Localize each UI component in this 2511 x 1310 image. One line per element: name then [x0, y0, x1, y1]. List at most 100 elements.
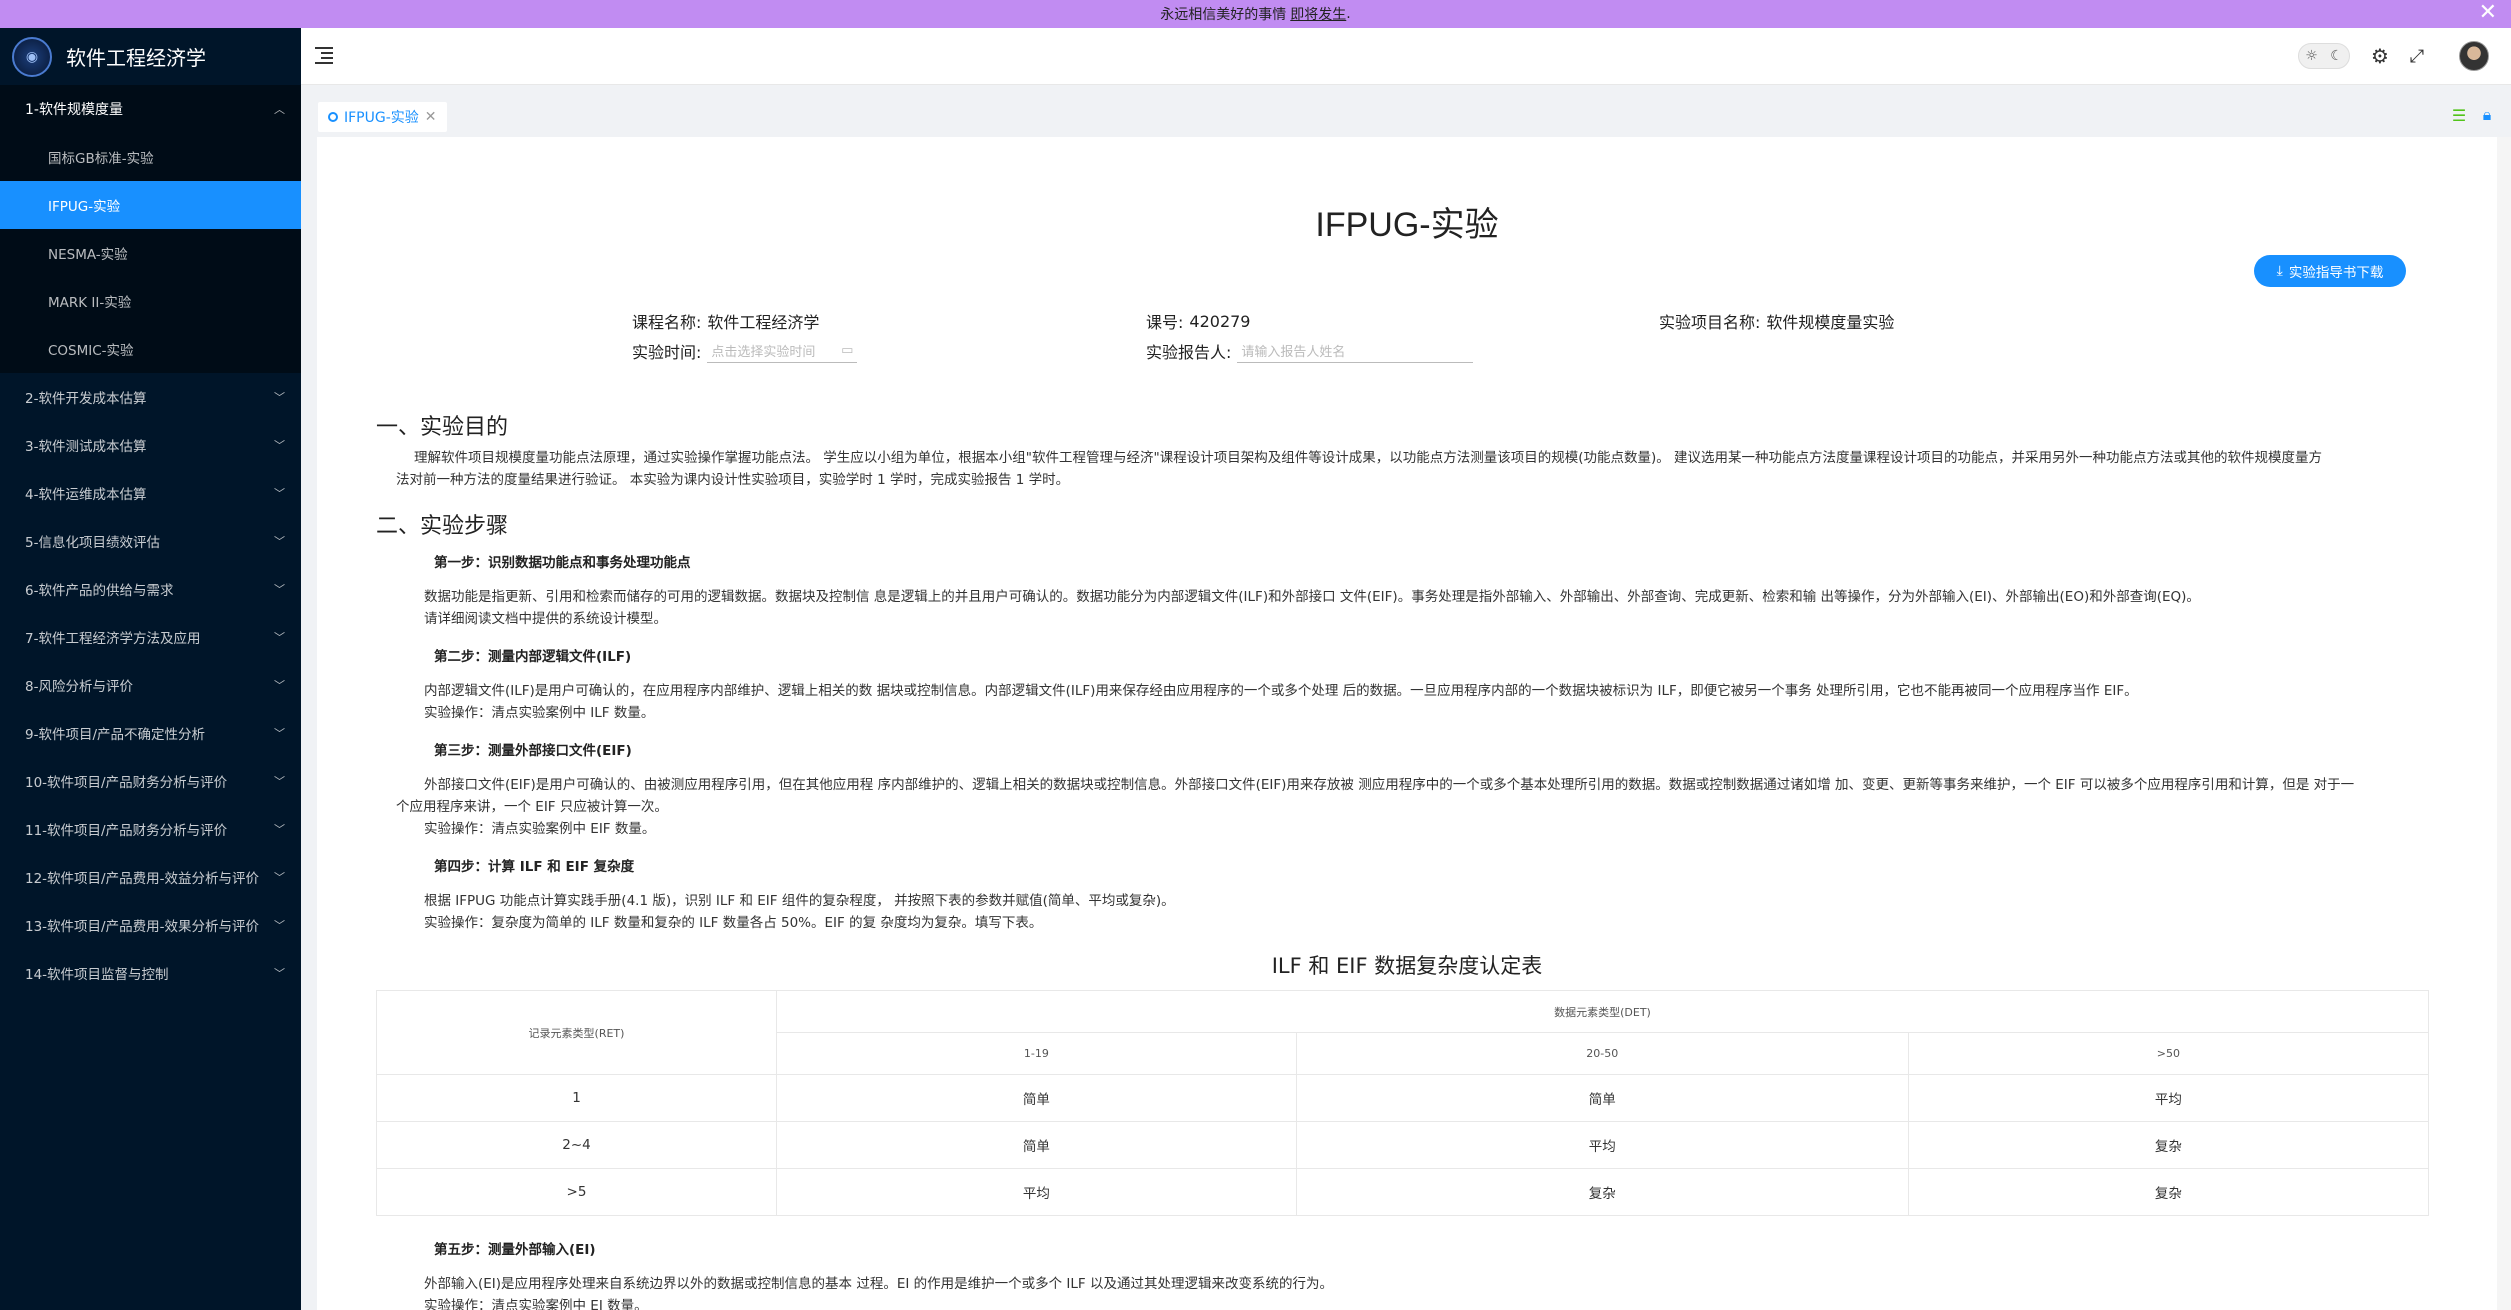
sidebar-menu-label: 4-软件运维成本估算: [25, 487, 147, 503]
moon-icon: ☾: [2330, 48, 2343, 64]
sidebar-subitem[interactable]: MARK II-实验: [0, 277, 301, 325]
experiment-time-field: 实验时间: 点击选择实验时间 ▭: [632, 339, 858, 363]
tab-label: IFPUG-实验: [344, 110, 419, 126]
chevron-down-icon: ﹀: [274, 391, 285, 404]
tabs-actions: ☰ 🔒︎: [2451, 105, 2495, 125]
tab-ifpug[interactable]: IFPUG-实验 ✕: [318, 102, 447, 132]
lock-icon[interactable]: 🔒︎: [2479, 105, 2495, 124]
banner-text: 永远相信美好的事情: [1160, 7, 1287, 23]
loading-icon: [328, 112, 338, 122]
table-cell: 平均: [1295, 1121, 1909, 1169]
step-5-text-1: 外部输入(EI)是应用程序处理来自系统边界以外的数据或控制信息的基本 过程。EI…: [424, 1276, 1333, 1292]
step-5-text-2: 实验操作：清点实验案例中 EI 数量。: [424, 1298, 648, 1310]
chevron-down-icon: ﹀: [274, 919, 285, 932]
ret-cell: >5: [376, 1168, 777, 1216]
step-4-title: 第四步：计算 ILF 和 EIF 复杂度: [434, 859, 635, 875]
complexity-table: 记录元素类型(RET) 数据元素类型(DET) 1-19 20-50 >50 1 简单…: [376, 990, 2430, 1216]
sidebar-menu-item[interactable]: 9-软件项目/产品不确定性分析 ﹀: [0, 709, 301, 757]
ret-cell: 2~4: [376, 1121, 777, 1169]
table-cell: 复杂: [1907, 1121, 2430, 1169]
chevron-down-icon: ﹀: [274, 535, 285, 548]
top-header: ☼ ☾ ⚙ ⤢: [301, 28, 2511, 85]
sidebar-menu-label: 2-软件开发成本估算: [25, 391, 147, 407]
download-guide-button[interactable]: ⤓ 实验指导书下载: [2254, 255, 2406, 287]
chevron-down-icon: ﹀: [274, 775, 285, 788]
sidebar-subitem[interactable]: COSMIC-实验: [0, 325, 301, 373]
sidebar-menu-label: 10-软件项目/产品财务分析与评价: [25, 775, 228, 791]
step-1-text-2: 请详细阅读文档中提供的系统设计模型。: [424, 611, 667, 627]
course-no-label: 课号:: [1146, 313, 1184, 332]
chevron-down-icon: ﹀: [274, 439, 285, 452]
tabs-bar: IFPUG-实验 ✕ ☰ 🔒︎: [301, 85, 2511, 137]
close-icon[interactable]: ✕: [2479, 2, 2497, 24]
download-icon: ⤓: [2276, 263, 2283, 279]
sidebar-menu-item[interactable]: 7-软件工程经济学方法及应用 ﹀: [0, 613, 301, 661]
step-3-text-2: 个应用程序来讲，一个 EIF 只应被计算一次。: [396, 799, 668, 815]
section-1-text-line-1: 理解软件项目规模度量功能点法原理，通过实验操作掌握功能点法。 学生应以小组为单位…: [414, 450, 2323, 466]
settings-icon[interactable]: ⚙: [2366, 42, 2394, 70]
table-title: ILF 和 EIF 数据复杂度认定表: [1271, 954, 1543, 978]
sidebar-subitem[interactable]: 国标GB标准-实验: [0, 133, 301, 181]
sidebar-menu-item[interactable]: 14-软件项目监督与控制 ﹀: [0, 949, 301, 997]
sidebar-menu-item[interactable]: 10-软件项目/产品财务分析与评价 ﹀: [0, 757, 301, 805]
chevron-down-icon: ﹀: [274, 679, 285, 692]
reporter-field: 实验报告人: 请输入报告人姓名: [1146, 339, 1474, 363]
menu-fold-icon[interactable]: [315, 46, 337, 66]
sidebar-menu-label: 9-软件项目/产品不确定性分析: [25, 727, 206, 743]
chevron-down-icon: ﹀: [274, 583, 285, 596]
table-cell: 平均: [776, 1168, 1297, 1216]
chevron-down-icon: ﹀: [274, 871, 285, 884]
table-row: >5 平均 复杂 复杂: [376, 1168, 2430, 1216]
sidebar-menu-label: 12-软件项目/产品费用-效益分析与评价: [25, 871, 259, 887]
sidebar-menu-label: 1-软件规模度量: [25, 102, 123, 118]
sidebar-subitem[interactable]: IFPUG-实验: [0, 181, 301, 229]
experiment-time-picker[interactable]: 点击选择实验时间 ▭: [707, 339, 858, 363]
tab-close-icon[interactable]: ✕: [425, 109, 437, 125]
sidebar-menu-label: 13-软件项目/产品费用-效果分析与评价: [25, 919, 259, 935]
course-no-value: 420279: [1189, 311, 1251, 331]
sidebar-menu-item[interactable]: 8-风险分析与评价 ﹀: [0, 661, 301, 709]
sidebar-menu-item[interactable]: 12-软件项目/产品费用-效益分析与评价 ﹀: [0, 853, 301, 901]
chevron-down-icon: ﹀: [274, 631, 285, 644]
sun-icon: ☼: [2305, 48, 2318, 64]
main-content: IFPUG-实验 ⤓ 实验指导书下载 课程名称: 软件工程经济学 课号: 420…: [317, 137, 2497, 1310]
project-name-value: 软件规模度量实验: [1766, 313, 1895, 332]
course-no-field: 课号: 420279: [1146, 309, 1250, 333]
step-3-text-3: 实验操作：清点实验案例中 EIF 数量。: [424, 821, 656, 837]
step-3-title: 第三步：测量外部接口文件(EIF): [434, 743, 632, 759]
sidebar-menu-item[interactable]: 13-软件项目/产品费用-效果分析与评价 ﹀: [0, 901, 301, 949]
det-column-header: >50: [1907, 1032, 2430, 1075]
announcement-banner: 永远相信美好的事情 即将发生 . ✕: [0, 0, 2511, 28]
course-name-value: 软件工程经济学: [707, 313, 820, 332]
sidebar-menu-item[interactable]: 4-软件运维成本估算 ﹀: [0, 469, 301, 517]
sidebar-menu-label: 3-软件测试成本估算: [25, 439, 147, 455]
sidebar-menu-item[interactable]: 5-信息化项目绩效评估 ﹀: [0, 517, 301, 565]
det-column-header: 20-50: [1295, 1032, 1909, 1075]
scrollbar[interactable]: [2497, 137, 2511, 1310]
step-2-text-1: 内部逻辑文件(ILF)是用户可确认的，在应用程序内部维护、逻辑上相关的数 据块或…: [424, 683, 2138, 699]
experiment-time-placeholder: 点击选择实验时间: [711, 345, 816, 360]
ret-cell: 1: [376, 1074, 777, 1122]
sidebar-menu-item[interactable]: 3-软件测试成本估算 ﹀: [0, 421, 301, 469]
sidebar-menu-1[interactable]: 1-软件规模度量 ︿: [0, 85, 301, 133]
submenu: 国标GB标准-实验 IFPUG-实验 NESMA-实验 MARK II-实验 COSMI…: [0, 133, 301, 373]
table-row: 1 简单 简单 平均: [376, 1074, 2430, 1122]
sidebar-menu-item[interactable]: 2-软件开发成本估算 ﹀: [0, 373, 301, 421]
banner-link[interactable]: 即将发生: [1290, 4, 1346, 24]
list-icon[interactable]: ☰: [2451, 106, 2467, 125]
chevron-down-icon: ﹀: [274, 727, 285, 740]
ret-header: 记录元素类型(RET): [376, 990, 777, 1075]
sidebar-subitem[interactable]: NESMA-实验: [0, 229, 301, 277]
experiment-time-label: 实验时间:: [632, 343, 702, 362]
banner-suffix: .: [1346, 6, 1351, 22]
table-cell: 复杂: [1295, 1168, 1909, 1216]
project-name-field: 实验项目名称: 软件规模度量实验: [1659, 309, 1894, 333]
theme-toggle[interactable]: ☼ ☾: [2298, 43, 2350, 69]
sidebar-logo[interactable]: ◉ 软件工程经济学: [0, 28, 301, 85]
sidebar-menu-item[interactable]: 11-软件项目/产品财务分析与评价 ﹀: [0, 805, 301, 853]
sidebar-menu-item[interactable]: 6-软件产品的供给与需求 ﹀: [0, 565, 301, 613]
fullscreen-icon[interactable]: ⤢: [2403, 42, 2431, 70]
sidebar-menu-label: 11-软件项目/产品财务分析与评价: [25, 823, 228, 839]
reporter-input[interactable]: 请输入报告人姓名: [1237, 339, 1474, 363]
avatar[interactable]: [2459, 41, 2489, 71]
